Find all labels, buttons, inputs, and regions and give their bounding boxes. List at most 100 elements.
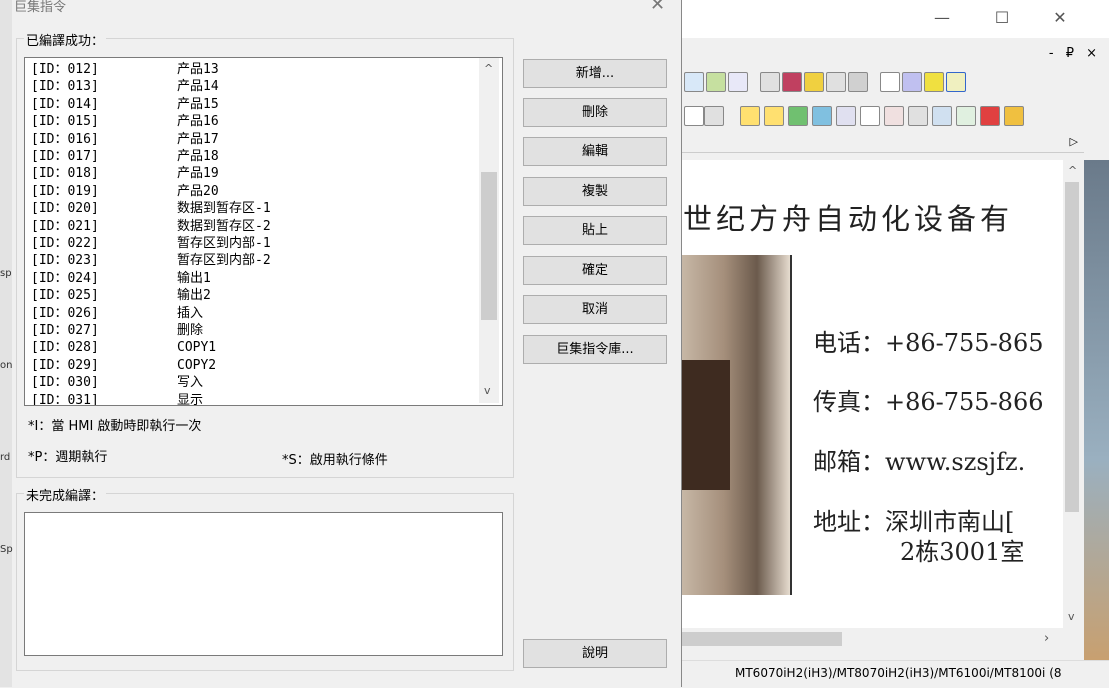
copy-button[interactable]: 複製 (523, 177, 667, 206)
scatter-icon[interactable] (956, 106, 976, 126)
add-button[interactable]: 新增... (523, 59, 667, 88)
timer-icon[interactable] (860, 106, 880, 126)
tab-scroll-right-icon[interactable]: ▷ (1070, 135, 1078, 148)
uncompiled-macro-list[interactable] (24, 512, 503, 656)
maximize-button[interactable]: ☐ (980, 6, 1024, 30)
list-icon[interactable] (826, 72, 846, 92)
macro-id: [ID：023] (31, 253, 99, 269)
arrow-icon[interactable] (760, 72, 780, 92)
macro-library-button[interactable]: 巨集指令庫... (523, 335, 667, 364)
edge-label: rd (0, 452, 11, 463)
scroll-right-icon[interactable]: › (1044, 631, 1049, 646)
phone-text: 电话：+86-755-865 (813, 329, 1044, 357)
macro-name: 输出2 (177, 288, 211, 304)
macro-list-item[interactable]: [ID：025] 输出2 (31, 287, 211, 304)
alarm-icon[interactable] (980, 106, 1000, 126)
note-p: *P：週期執行 (28, 450, 108, 465)
link-icon[interactable] (728, 72, 748, 92)
macro-name: 暂存区到内部-1 (177, 236, 271, 251)
macro-list-item[interactable]: [ID：028] COPY1 (31, 339, 216, 356)
uncompiled-label: 未完成編譯： (24, 485, 107, 504)
picture-icon[interactable] (932, 106, 952, 126)
macro-name: COPY1 (177, 340, 217, 356)
macro-list-item[interactable]: [ID：013] 产品14 (31, 78, 219, 95)
window-icon[interactable] (902, 72, 922, 92)
note-s: *S：啟用執行條件 (282, 453, 388, 468)
paste-button[interactable]: 貼上 (523, 216, 667, 245)
macro-list-item[interactable]: [ID：029] COPY2 (31, 357, 216, 374)
grid-icon[interactable] (684, 72, 704, 92)
document-icon[interactable] (848, 72, 868, 92)
numeric-icon[interactable] (740, 106, 760, 126)
cancel-button[interactable]: 取消 (523, 295, 667, 324)
scroll-up-icon[interactable]: ^ (1068, 164, 1077, 177)
move-icon[interactable] (788, 106, 808, 126)
minimize-button[interactable]: — (920, 6, 964, 30)
macro-list-item[interactable]: [ID：016] 产品17 (31, 131, 219, 148)
record-icon[interactable] (782, 72, 802, 92)
left-edge-strip: sp on rd Sp (0, 0, 13, 687)
canvas-vertical-thumb[interactable] (1065, 182, 1079, 512)
list-scroll-thumb[interactable] (481, 172, 497, 320)
close-app-button[interactable]: ✕ (1038, 6, 1082, 30)
macro-list-item[interactable]: [ID：017] 产品18 (31, 148, 219, 165)
chart-icon[interactable] (804, 72, 824, 92)
ok-button[interactable]: 確定 (523, 256, 667, 285)
macro-list-item[interactable]: [ID：022] 暂存区到内部-1 (31, 235, 271, 252)
macro-list-item[interactable]: [ID：023] 暂存区到内部-2 (31, 252, 271, 269)
frame-icon[interactable] (684, 106, 704, 126)
macro-id: [ID：026] (31, 305, 99, 321)
message-icon[interactable] (924, 72, 944, 92)
edit-icon[interactable] (946, 72, 966, 92)
macro-id: [ID：027] (31, 323, 99, 338)
macro-list-item[interactable]: [ID：030] 写入 (31, 374, 203, 391)
dialog-close-icon[interactable]: ✕ (650, 0, 665, 15)
macro-name: 产品13 (177, 62, 219, 77)
canvas-horizontal-thumb[interactable] (682, 632, 842, 646)
edit-button[interactable]: 編輯 (523, 137, 667, 166)
address-text-2: 2栋3001室 (900, 538, 1025, 566)
user-icon[interactable] (1004, 106, 1024, 126)
pipe-icon[interactable] (812, 106, 832, 126)
music-icon[interactable] (880, 72, 900, 92)
macro-list-item[interactable]: [ID：014] 产品15 (31, 96, 219, 113)
macro-list-item[interactable]: [ID：026] 插入 (31, 305, 203, 322)
compiled-macro-list[interactable]: [ID：012] 产品13 [ID：013] 产品14 [ID：014] 产品15 [ID：… (24, 57, 503, 406)
trend-icon[interactable] (884, 106, 904, 126)
macro-list-item[interactable]: [ID：015] 产品16 (31, 113, 219, 130)
mdi-window-buttons[interactable]: - ₽ × (1049, 46, 1101, 61)
delete-button[interactable]: 刪除 (523, 98, 667, 127)
macro-id: [ID：031] (31, 392, 99, 406)
app-title-bar: — ☐ ✕ (680, 0, 1109, 38)
help-button[interactable]: 說明 (523, 639, 667, 668)
macro-list-item[interactable]: [ID：019] 产品20 (31, 183, 219, 200)
macro-id: [ID：019] (31, 183, 99, 199)
macro-id: [ID：015] (31, 114, 99, 130)
macro-name: 数据到暂存区-1 (177, 201, 271, 217)
calendar-icon[interactable] (908, 106, 928, 126)
macro-list-item[interactable]: [ID：021] 数据到暂存区-2 (31, 218, 271, 235)
list-scroll-down-icon[interactable]: v (484, 384, 491, 397)
list-scroll-up-icon[interactable]: ^ (484, 62, 493, 75)
scroll-down-icon[interactable]: v (1068, 610, 1075, 623)
desktop-wallpaper (1084, 160, 1109, 660)
macro-name: 产品20 (177, 183, 219, 199)
macro-list-item[interactable]: [ID：027] 删除 (31, 322, 203, 339)
macro-dialog: sp on rd Sp 巨集指令 ✕ 已編譯成功： [ID：012] 产品13 [I… (0, 0, 682, 687)
clock-icon[interactable] (704, 106, 724, 126)
macro-list-item[interactable]: [ID：024] 输出1 (31, 270, 211, 287)
macro-name: 写入 (177, 375, 204, 391)
macro-id: [ID：020] (31, 201, 99, 217)
macro-id: [ID：024] (31, 270, 99, 286)
logo-detail (680, 360, 730, 490)
macro-list-item[interactable]: [ID：018] 产品19 (31, 165, 219, 182)
table-icon[interactable] (706, 72, 726, 92)
macro-list-item[interactable]: [ID：020] 数据到暂存区-1 (31, 200, 271, 217)
macro-list-item[interactable]: [ID：012] 产品13 (31, 61, 219, 78)
bar-icon[interactable] (836, 106, 856, 126)
macro-id: [ID：014] (31, 96, 99, 112)
macro-id: [ID：016] (31, 131, 99, 147)
macro-list-item[interactable]: [ID：031] 显示 (31, 392, 203, 406)
ascii-icon[interactable] (764, 106, 784, 126)
email-text: 邮箱：www.szsjfz. (813, 448, 1026, 476)
